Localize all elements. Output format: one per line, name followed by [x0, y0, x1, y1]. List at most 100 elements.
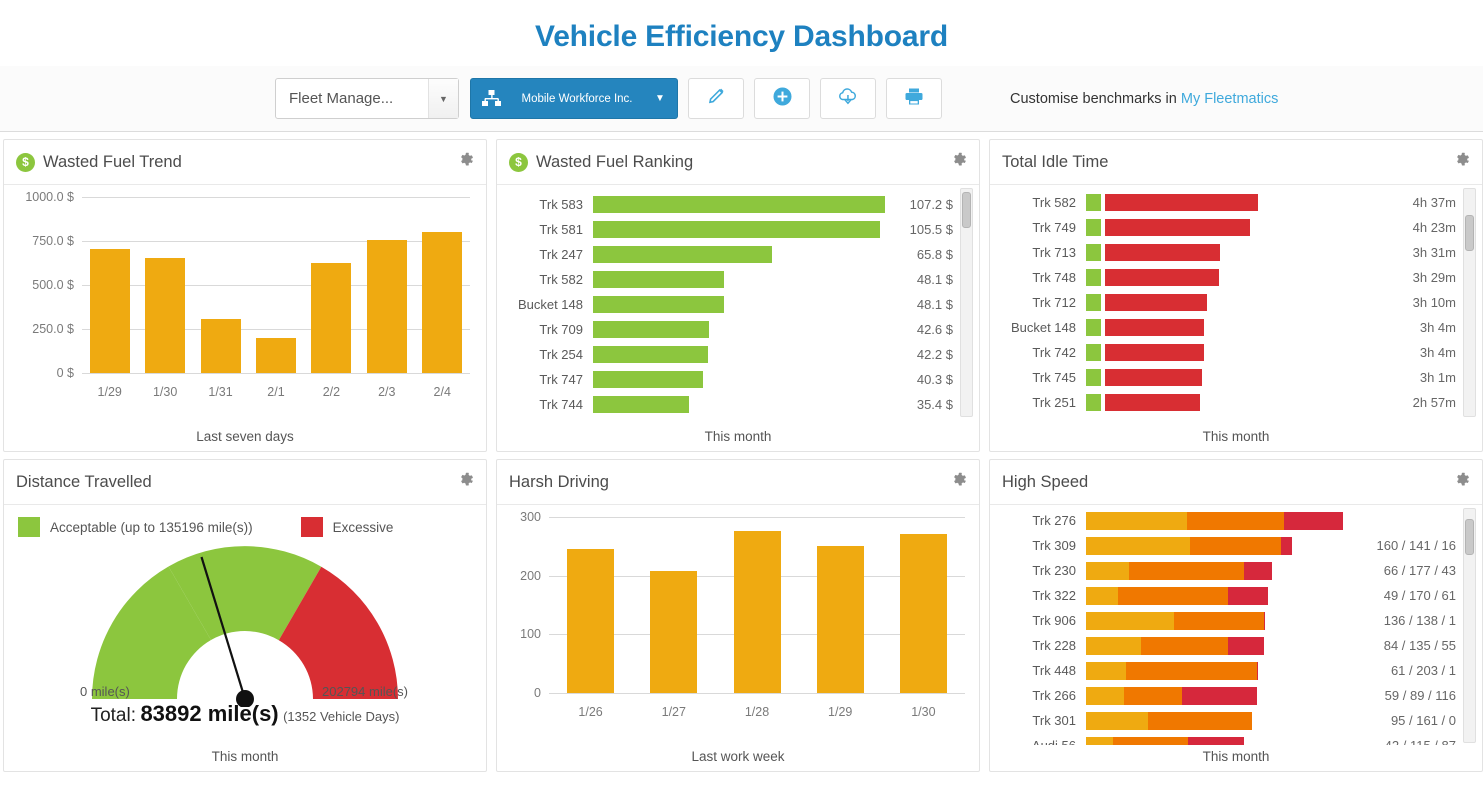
bar-track [1086, 194, 1384, 211]
bar-track [593, 271, 885, 288]
list-item[interactable]: Trk 322 49 / 170 / 61 [990, 583, 1482, 608]
panel-footer: This month [497, 429, 979, 444]
list-item[interactable]: Trk 747 40.3 $ [497, 367, 979, 392]
scrollbar[interactable] [1463, 508, 1476, 743]
row-value: 155 / 150 / 92 [1376, 513, 1456, 528]
x-tick: 2/1 [267, 385, 285, 399]
bar-item[interactable]: 1/29 [82, 197, 137, 399]
gear-icon[interactable] [457, 471, 474, 493]
scrollbar[interactable] [960, 188, 973, 417]
list-item[interactable]: Trk 247 65.8 $ [497, 242, 979, 267]
row-value: 84 / 135 / 55 [1383, 638, 1456, 653]
bar-item[interactable]: 1/30 [137, 197, 192, 399]
list-item[interactable]: Trk 266 59 / 89 / 116 [990, 683, 1482, 708]
row-value: 59 / 89 / 116 [1384, 688, 1456, 703]
y-tick: 200 [520, 568, 541, 583]
list-item[interactable]: Trk 749 4h 23m [990, 215, 1482, 240]
x-tick: 2/4 [433, 385, 451, 399]
panel-title: Total Idle Time [1002, 153, 1453, 172]
panel-footer: This month [990, 749, 1482, 764]
y-tick: 500.0 $ [32, 278, 74, 292]
wasted-fuel-ranking-list[interactable]: Trk 583 107.2 $ Trk 581 105.5 $ Trk 247 … [497, 186, 979, 419]
gear-icon[interactable] [950, 471, 967, 493]
add-button[interactable] [754, 78, 810, 119]
company-selector-button[interactable]: Mobile Workforce Inc. ▼ [470, 78, 678, 119]
list-item[interactable]: Trk 230 66 / 177 / 43 [990, 558, 1482, 583]
scrollbar-thumb[interactable] [1465, 215, 1474, 251]
list-item[interactable]: Trk 746 35.3 $ [497, 417, 979, 419]
my-fleetmatics-link[interactable]: My Fleetmatics [1181, 91, 1279, 107]
row-label: Trk 230 [1032, 563, 1076, 578]
list-item[interactable]: Trk 581 105.5 $ [497, 217, 979, 242]
gear-icon[interactable] [1453, 151, 1470, 173]
list-item[interactable]: Trk 448 61 / 203 / 1 [990, 658, 1482, 683]
panel-wasted-fuel-trend: $ Wasted Fuel Trend 1000.0 $ 750.0 $ 500… [3, 139, 487, 452]
legend-swatch-excessive [300, 517, 323, 537]
list-item[interactable]: Audi 56 42 / 115 / 87 [990, 733, 1482, 745]
list-item[interactable]: Trk 309 160 / 141 / 16 [990, 533, 1482, 558]
bar-item[interactable]: 1/31 [193, 197, 248, 399]
gauge-legend: Acceptable (up to 135196 mile(s)) Excess… [4, 505, 486, 537]
bar-item[interactable]: 1/27 [632, 517, 715, 719]
panel-header: $ Wasted Fuel Ranking [497, 140, 979, 185]
list-item[interactable]: Trk 906 136 / 138 / 1 [990, 608, 1482, 633]
list-item[interactable]: Trk 742 3h 4m [990, 340, 1482, 365]
gear-icon[interactable] [457, 151, 474, 173]
list-item[interactable]: Trk 713 3h 31m [990, 240, 1482, 265]
scrollbar[interactable] [1463, 188, 1476, 417]
panel-title: High Speed [1002, 473, 1453, 492]
toolbar: Fleet Manage... ▼ Mobile Workforce Inc. … [0, 66, 1483, 132]
plot-area: 1000.0 $ 750.0 $ 500.0 $ 250.0 $ 0 $ 1/2… [25, 190, 470, 399]
list-item[interactable]: Trk 582 48.1 $ [497, 267, 979, 292]
row-value: 40.3 $ [916, 372, 953, 387]
list-item[interactable]: Trk 228 84 / 135 / 55 [990, 633, 1482, 658]
list-item[interactable]: Trk 251 2h 57m [990, 390, 1482, 415]
print-button[interactable] [886, 78, 942, 119]
bar-item[interactable]: 2/4 [415, 197, 470, 399]
fleet-select[interactable]: Fleet Manage... ▼ [275, 78, 459, 119]
x-tick: 1/30 [911, 705, 936, 719]
bar-series: 1/26 1/27 1/28 1/29 1/30 [549, 517, 965, 719]
bar-track [1086, 219, 1384, 236]
download-button[interactable] [820, 78, 876, 119]
bar-item[interactable]: 1/30 [882, 517, 965, 719]
list-item[interactable]: Trk 582 4h 37m [990, 190, 1482, 215]
list-item[interactable]: Trk 744 35.4 $ [497, 392, 979, 417]
panel-header: Harsh Driving [497, 460, 979, 505]
scrollbar-thumb[interactable] [962, 192, 971, 228]
list-item[interactable]: Trk 276 155 / 150 / 92 [990, 508, 1482, 533]
row-value: 107.2 $ [909, 197, 953, 212]
row-value: 105.5 $ [909, 222, 953, 237]
scrollbar-thumb[interactable] [1465, 519, 1474, 555]
list-item[interactable]: Bucket 148 3h 4m [990, 315, 1482, 340]
list-item[interactable]: Trk 254 42.2 $ [497, 342, 979, 367]
bar-track [593, 196, 885, 213]
row-value: 160 / 141 / 16 [1376, 538, 1456, 553]
bar-track [593, 321, 885, 338]
list-item[interactable]: Trk 712 3h 10m [990, 290, 1482, 315]
bar-item[interactable]: 1/29 [799, 517, 882, 719]
high-speed-list[interactable]: Trk 276 155 / 150 / 92 Trk 309 160 / 141… [990, 506, 1482, 745]
panel-title-label: Total Idle Time [1002, 152, 1109, 171]
row-value: 35.4 $ [916, 397, 953, 412]
list-item[interactable]: Trk 746 2h 42m [990, 415, 1482, 419]
gear-icon[interactable] [950, 151, 967, 173]
total-idle-time-list[interactable]: Trk 582 4h 37m Trk 749 4h 23m Trk 713 3h… [990, 186, 1482, 419]
list-item[interactable]: Trk 583 107.2 $ [497, 192, 979, 217]
bar-item[interactable]: 1/26 [549, 517, 632, 719]
row-label: Trk 744 [539, 397, 583, 412]
x-tick: 1/26 [578, 705, 603, 719]
gear-icon[interactable] [1453, 471, 1470, 493]
bar-item[interactable]: 2/3 [359, 197, 414, 399]
list-item[interactable]: Trk 301 95 / 161 / 0 [990, 708, 1482, 733]
bar-item[interactable]: 1/28 [715, 517, 798, 719]
list-item[interactable]: Trk 709 42.6 $ [497, 317, 979, 342]
list-item[interactable]: Bucket 148 48.1 $ [497, 292, 979, 317]
row-value: 42.6 $ [916, 322, 953, 337]
list-item[interactable]: Trk 748 3h 29m [990, 265, 1482, 290]
list-item[interactable]: Trk 745 3h 1m [990, 365, 1482, 390]
panel-title: Harsh Driving [509, 473, 950, 492]
bar-item[interactable]: 2/2 [304, 197, 359, 399]
bar-item[interactable]: 2/1 [248, 197, 303, 399]
edit-button[interactable] [688, 78, 744, 119]
